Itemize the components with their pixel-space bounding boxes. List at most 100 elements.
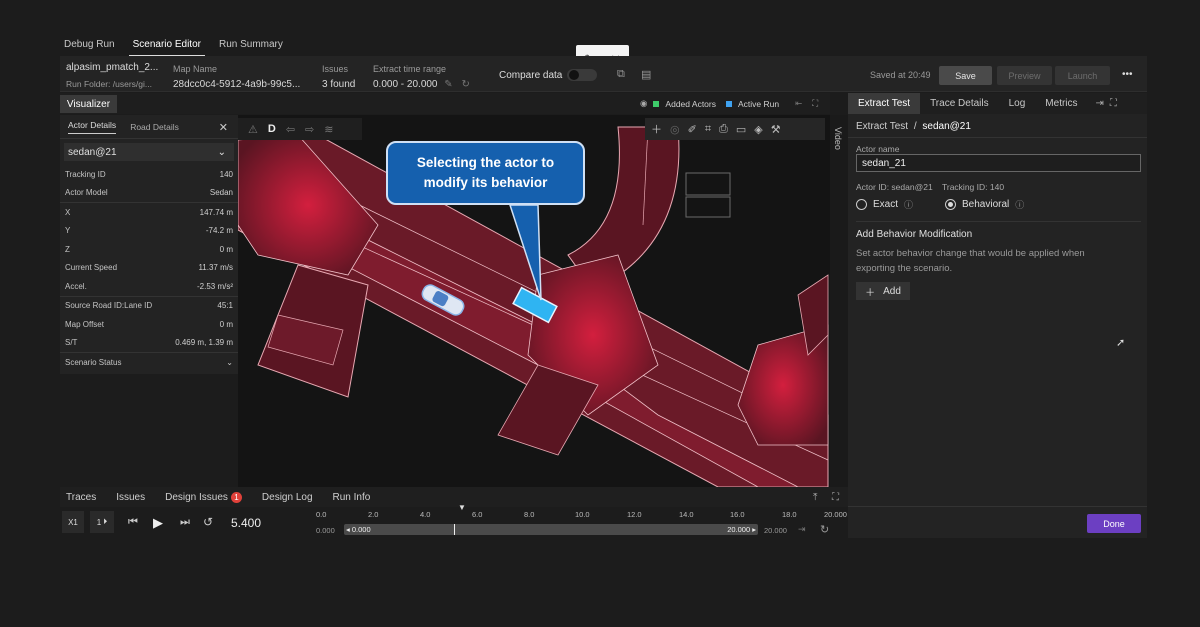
video-icon[interactable]: ▭: [736, 123, 746, 136]
target-icon[interactable]: ◎: [670, 123, 680, 136]
speed-chip[interactable]: X1: [62, 511, 84, 533]
radio-circle[interactable]: [856, 199, 867, 210]
save-button[interactable]: Save: [939, 66, 992, 85]
tab-actor-details[interactable]: Actor Details: [68, 120, 117, 134]
playhead-marker[interactable]: ▼: [458, 503, 466, 512]
launch-button[interactable]: Launch: [1055, 66, 1110, 85]
section-description: Set actor behavior change that would be …: [856, 246, 1085, 276]
skip-forward-icon[interactable]: ⏭: [180, 516, 190, 529]
compare-toggle[interactable]: [567, 69, 597, 81]
detail-row: Map Offset 0 m: [60, 315, 238, 334]
tick-label: 6.0: [472, 510, 483, 519]
crop-icon[interactable]: ⌗: [705, 123, 711, 136]
info-icon[interactable]: ⓘ: [904, 198, 913, 211]
run-name: alpasim_pmatch_2...: [66, 62, 159, 73]
detail-value: 140: [219, 169, 233, 179]
section-desc-line: Set actor behavior change that would be …: [856, 248, 1085, 259]
close-icon[interactable]: ✕: [219, 121, 228, 134]
tab-issues[interactable]: Issues: [116, 492, 145, 503]
timeline-range-bar[interactable]: ◂ 0.000 20.000 ▸: [344, 524, 758, 535]
tab-design-issues[interactable]: Design Issues 1: [165, 491, 242, 503]
tab-design-log[interactable]: Design Log: [262, 492, 313, 503]
detail-value: 0.469 m, 1.39 m: [175, 338, 233, 348]
detail-label: Current Speed: [65, 263, 118, 273]
add-button[interactable]: ＋ Add: [856, 282, 910, 300]
replay-icon[interactable]: ↺: [203, 515, 213, 529]
issues-label: Issues: [322, 64, 349, 74]
road-icon[interactable]: ≋: [324, 123, 333, 136]
detail-value: 0 m: [219, 319, 233, 329]
play-icon[interactable]: ▶: [153, 515, 163, 531]
done-button[interactable]: Done: [1087, 514, 1141, 533]
top-nav: Debug Run Scenario Editor Run Summary: [60, 36, 287, 56]
range-out-handle[interactable]: 20.000 ▸: [727, 525, 756, 534]
visualizer-bar: ◉ Added Actors Active Run ⇤ ⛶: [60, 93, 830, 114]
ruler-icon[interactable]: ✐: [688, 123, 697, 136]
issues-value[interactable]: 3 found: [322, 79, 355, 90]
extract-test-panel: Extract Test Trace Details Log Metrics ⇥…: [848, 93, 1147, 538]
tab-debug-run[interactable]: Debug Run: [60, 36, 119, 56]
radio-behavioral[interactable]: Behavioral ⓘ: [945, 198, 1024, 211]
detail-row: Z 0 m: [60, 240, 238, 259]
radio-exact[interactable]: Exact ⓘ: [856, 198, 913, 211]
radio-circle-selected[interactable]: [945, 199, 956, 210]
detail-label: Actor Model: [65, 188, 108, 198]
bottom-tabs: Traces Issues Design Issues 1 Design Log …: [60, 487, 848, 507]
side-road-southwest: [257, 264, 369, 398]
undo-icon[interactable]: ⇦: [286, 123, 295, 136]
tab-run-summary[interactable]: Run Summary: [215, 36, 287, 56]
tick-label: 8.0: [524, 510, 535, 519]
video-label[interactable]: Video: [833, 127, 843, 150]
detail-row: Accel. -2.53 m/s²: [60, 277, 238, 296]
section-title: Add Behavior Modification: [856, 229, 973, 240]
tab-metrics[interactable]: Metrics: [1035, 93, 1087, 114]
tab-traces[interactable]: Traces: [66, 492, 96, 503]
range-in-handle[interactable]: ◂ 0.000: [346, 525, 371, 534]
copy-icon[interactable]: ⧉: [617, 68, 625, 81]
scenario-status-row[interactable]: Scenario Status ⌄: [60, 353, 238, 372]
step-chip[interactable]: 1 ⏵: [90, 511, 114, 533]
legend-active-run: Active Run: [737, 98, 780, 109]
more-icon[interactable]: •••: [1122, 69, 1133, 80]
camera-icon[interactable]: ⎙: [719, 123, 728, 136]
tick-label: 18.0: [782, 510, 797, 519]
detail-label: Z: [65, 244, 70, 254]
warning-icon[interactable]: ⚠: [248, 123, 258, 136]
layout-icon[interactable]: ▤: [641, 68, 651, 81]
fullscreen-icon[interactable]: ⛶: [1110, 93, 1117, 114]
collapse-right-icon[interactable]: ⇥: [1096, 93, 1104, 114]
pin-icon[interactable]: ⤒: [813, 492, 817, 503]
tab-scenario-editor[interactable]: Scenario Editor: [128, 36, 205, 56]
tab-visualizer[interactable]: Visualizer: [60, 95, 117, 113]
fullscreen-icon[interactable]: ⛶: [832, 492, 839, 503]
pencil-icon[interactable]: ✎: [444, 79, 452, 90]
layers-icon[interactable]: ◈: [754, 123, 762, 136]
run-header: alpasim_pmatch_2... Run Folder: /users/g…: [60, 56, 1147, 92]
video-strip[interactable]: Video: [830, 115, 848, 487]
lane-outline-box: [685, 172, 731, 196]
mode-d-button[interactable]: D: [268, 123, 276, 135]
map-col: Map Name 28dcc0c4-5912-4a9b-99c5...: [173, 64, 300, 90]
collapse-left-icon[interactable]: ⇤: [795, 98, 802, 109]
plus-icon[interactable]: ＋: [651, 121, 662, 137]
tab-extract-test[interactable]: Extract Test: [848, 93, 921, 114]
actor-name-input[interactable]: sedan_21: [856, 154, 1141, 172]
eye-icon[interactable]: ◉: [640, 98, 647, 109]
tab-road-details[interactable]: Road Details: [130, 122, 179, 132]
legend-added-actors: Added Actors: [665, 98, 716, 109]
redo-icon[interactable]: ⇨: [305, 123, 314, 136]
wrench-icon[interactable]: ⚒: [771, 123, 781, 136]
skip-end-icon[interactable]: ⇥: [798, 524, 806, 535]
preview-button[interactable]: Preview: [997, 66, 1052, 85]
tab-run-info[interactable]: Run Info: [333, 492, 371, 503]
tab-trace-details[interactable]: Trace Details: [920, 93, 999, 114]
tab-log[interactable]: Log: [999, 93, 1036, 114]
loop-icon[interactable]: ↻: [820, 523, 829, 536]
fullscreen-icon[interactable]: ⛶: [812, 98, 818, 109]
reset-icon[interactable]: ↻: [461, 79, 469, 90]
info-icon[interactable]: ⓘ: [1015, 198, 1024, 211]
breadcrumb-root[interactable]: Extract Test: [856, 121, 908, 132]
tick-label: 10.0: [575, 510, 590, 519]
skip-back-icon[interactable]: ⏮: [128, 516, 138, 529]
actor-select[interactable]: sedan@21 ⌄: [64, 143, 234, 161]
